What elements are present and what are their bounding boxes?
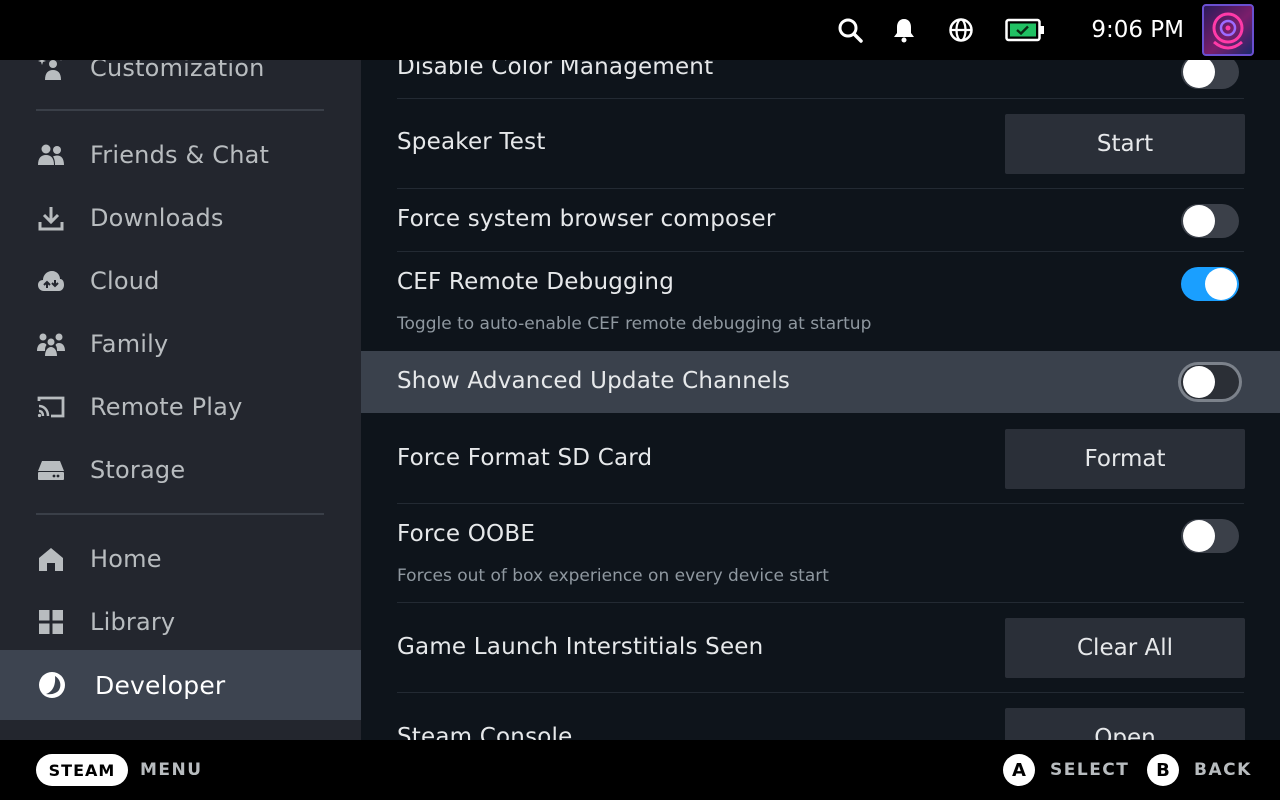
settings-panel: Disable Color Management Speaker Test St… bbox=[361, 60, 1280, 740]
battery-icon[interactable] bbox=[1004, 14, 1046, 46]
b-button-icon[interactable]: B bbox=[1147, 754, 1179, 786]
show-advanced-update-channels-toggle[interactable] bbox=[1181, 365, 1239, 399]
toggle-knob bbox=[1183, 520, 1215, 552]
setting-row-game-launch-interstitials: Game Launch Interstitials Seen Clear All bbox=[361, 603, 1280, 692]
bell-icon[interactable] bbox=[888, 14, 920, 46]
clock: 9:06 PM bbox=[1091, 17, 1184, 43]
cast-icon bbox=[36, 392, 66, 422]
setting-label: Force system browser composer bbox=[397, 206, 776, 232]
cef-remote-debugging-toggle[interactable] bbox=[1181, 267, 1239, 301]
setting-row-cef-remote-debugging: CEF Remote Debugging Toggle to auto-enab… bbox=[361, 252, 1280, 350]
sidebar-item-label: Friends & Chat bbox=[90, 140, 270, 169]
sidebar-item-developer[interactable]: Developer bbox=[0, 650, 361, 720]
back-label: BACK bbox=[1194, 760, 1252, 780]
setting-label: Speaker Test bbox=[397, 129, 546, 155]
sidebar-divider bbox=[36, 513, 324, 515]
setting-label: Show Advanced Update Channels bbox=[397, 368, 791, 394]
sidebar-item-friends-chat[interactable]: Friends & Chat bbox=[0, 123, 361, 186]
sidebar-item-label: Downloads bbox=[90, 203, 224, 232]
setting-row-steam-console: Steam Console Open bbox=[361, 693, 1280, 740]
sidebar-item-library[interactable]: Library bbox=[0, 590, 361, 653]
setting-label: Force Format SD Card bbox=[397, 445, 653, 471]
toggle-knob bbox=[1183, 205, 1215, 237]
setting-description: Toggle to auto-enable CEF remote debuggi… bbox=[397, 314, 872, 334]
setting-label: Steam Console bbox=[397, 724, 573, 740]
setting-row-show-advanced-update-channels[interactable]: Show Advanced Update Channels bbox=[361, 351, 1280, 413]
home-icon bbox=[36, 544, 66, 574]
download-icon bbox=[36, 203, 66, 233]
setting-description: Forces out of box experience on every de… bbox=[397, 566, 829, 586]
sidebar-item-label: Customization bbox=[90, 60, 265, 82]
cloud-icon bbox=[36, 266, 66, 296]
setting-label: Force OOBE bbox=[397, 521, 536, 547]
setting-label: CEF Remote Debugging bbox=[397, 269, 674, 295]
sidebar-item-label: Storage bbox=[90, 455, 186, 484]
friends-icon bbox=[36, 140, 66, 170]
setting-row-force-oobe: Force OOBE Forces out of box experience … bbox=[361, 504, 1280, 602]
setting-row-disable-color-management: Disable Color Management bbox=[361, 60, 1280, 98]
sidebar-item-label: Remote Play bbox=[90, 392, 243, 421]
setting-row-speaker-test: Speaker Test Start bbox=[361, 99, 1280, 188]
sidebar-item-storage[interactable]: Storage bbox=[0, 438, 361, 501]
grid-icon bbox=[36, 607, 66, 637]
sidebar-item-label: Library bbox=[90, 607, 176, 636]
search-icon[interactable] bbox=[834, 14, 866, 46]
sidebar-item-downloads[interactable]: Downloads bbox=[0, 186, 361, 249]
clear-all-button[interactable]: Clear All bbox=[1005, 618, 1245, 678]
setting-row-force-system-browser-composer: Force system browser composer bbox=[361, 189, 1280, 251]
setting-label: Disable Color Management bbox=[397, 60, 714, 80]
menu-label: MENU bbox=[140, 760, 203, 780]
family-icon bbox=[36, 329, 66, 359]
format-sd-card-button[interactable]: Format bbox=[1005, 429, 1245, 489]
developer-icon bbox=[37, 670, 67, 700]
sidebar-item-label: Family bbox=[90, 329, 169, 358]
open-steam-console-button[interactable]: Open bbox=[1005, 708, 1245, 740]
toggle-knob bbox=[1205, 268, 1237, 300]
disable-color-management-toggle[interactable] bbox=[1181, 60, 1239, 89]
sidebar-item-label: Cloud bbox=[90, 266, 160, 295]
sidebar-item-home[interactable]: Home bbox=[0, 527, 361, 590]
sidebar-divider bbox=[36, 109, 324, 111]
sidebar-item-family[interactable]: Family bbox=[0, 312, 361, 375]
sidebar-item-label: Home bbox=[90, 544, 162, 573]
force-oobe-toggle[interactable] bbox=[1181, 519, 1239, 553]
sidebar-item-label: Developer bbox=[95, 670, 226, 700]
sparkle-person-icon bbox=[36, 60, 66, 83]
globe-icon[interactable] bbox=[945, 14, 977, 46]
top-bar: 9:06 PM bbox=[0, 0, 1280, 60]
force-system-browser-composer-toggle[interactable] bbox=[1181, 204, 1239, 238]
avatar[interactable] bbox=[1202, 4, 1254, 56]
setting-label: Game Launch Interstitials Seen bbox=[397, 634, 764, 660]
sidebar-item-customization[interactable]: Customization bbox=[0, 60, 361, 99]
bottom-bar: STEAM MENU A SELECT B BACK bbox=[0, 740, 1280, 800]
sidebar-item-cloud[interactable]: Cloud bbox=[0, 249, 361, 312]
setting-row-force-format-sd-card: Force Format SD Card Format bbox=[361, 414, 1280, 503]
sidebar: Customization Friends & Chat Downloads C… bbox=[0, 60, 361, 740]
toggle-knob bbox=[1183, 366, 1215, 398]
select-label: SELECT bbox=[1050, 760, 1130, 780]
sidebar-item-remote-play[interactable]: Remote Play bbox=[0, 375, 361, 438]
drive-icon bbox=[36, 455, 66, 485]
steam-button[interactable]: STEAM bbox=[36, 754, 128, 786]
speaker-test-start-button[interactable]: Start bbox=[1005, 114, 1245, 174]
a-button-icon[interactable]: A bbox=[1003, 754, 1035, 786]
toggle-knob bbox=[1183, 60, 1215, 88]
